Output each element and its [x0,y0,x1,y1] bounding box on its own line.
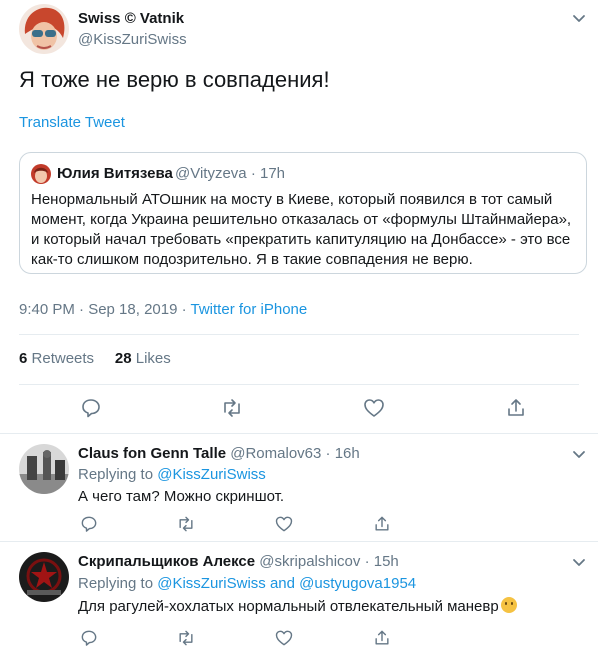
like-icon[interactable] [274,628,294,648]
display-name[interactable]: Claus fon Genn Talle [78,445,226,462]
replying-to-link[interactable]: @KissZuriSwiss [157,466,266,483]
share-icon[interactable] [372,628,392,648]
likes-stat[interactable]: 28 Likes [115,350,171,367]
retweets-label: Retweets [31,350,95,367]
display-name[interactable]: Скрипальщиков Алексе [78,553,255,570]
reply-time[interactable]: 16h [335,445,360,462]
user-handle[interactable]: @KissZuriSwiss [78,31,187,48]
retweets-count: 6 [19,350,28,367]
thinking-face-emoji-icon [500,597,517,613]
tweet-timestamp[interactable]: 9:40 PM · Sep 18, 2019 [19,301,177,318]
chevron-down-icon[interactable] [571,10,587,26]
chevron-down-icon[interactable] [571,554,587,570]
reply-time[interactable]: 15h [374,553,399,570]
share-icon[interactable] [372,514,392,534]
reply-text: Для рагулей-хохлатых нормальный отвлекат… [78,598,499,615]
replying-to: Replying to @KissZuriSwiss [78,466,266,483]
user-handle[interactable]: @skripalshicov [259,553,360,570]
like-icon[interactable] [274,514,294,534]
engagement-stats: 6 Retweets 28 Likes [19,350,171,367]
separator-dot: · [181,301,187,318]
likes-label: Likes [135,350,171,367]
replying-to-link[interactable]: @KissZuriSwiss [157,575,266,592]
separator-dot: · [364,553,370,570]
avatar[interactable] [19,4,69,54]
share-icon[interactable] [504,396,528,420]
retweet-icon[interactable] [176,628,196,648]
reply-text-row: Для рагулей-хохлатых нормальный отвлекат… [78,597,517,615]
reply-icon[interactable] [79,628,99,648]
avatar[interactable] [19,444,69,494]
quoted-tweet[interactable]: Юлия Витязева @Vityzeva · 17h Ненормальн… [19,152,587,274]
user-handle[interactable]: @Romalov63 [230,445,321,462]
quoted-time[interactable]: 17h [260,165,285,182]
tweet-meta: 9:40 PM · Sep 18, 2019 · Twitter for iPh… [19,301,307,318]
quoted-display-name[interactable]: Юлия Витязева [57,165,173,182]
tweet-source-link[interactable]: Twitter for iPhone [191,301,308,318]
chevron-down-icon[interactable] [571,446,587,462]
likes-count: 28 [114,350,132,367]
retweet-icon[interactable] [176,514,196,534]
reply-tweet[interactable]: Claus fon Genn Talle @Romalov63 · 16h Re… [0,434,598,541]
like-icon[interactable] [362,396,386,420]
replying-to-link[interactable]: @ustyugova1954 [299,575,416,592]
divider [19,384,579,385]
replying-to: Replying to @KissZuriSwiss and @ustyugov… [78,575,416,592]
translate-tweet-link[interactable]: Translate Tweet [19,114,125,131]
replying-label: Replying to [78,466,154,483]
reply-icon[interactable] [79,514,99,534]
reply-text: А чего там? Можно скриншот. [78,488,285,505]
quoted-text: Ненормальный АТОшник на мосту в Киеве, к… [31,191,572,268]
retweet-icon[interactable] [220,396,244,420]
quoted-meta: @Vityzeva · 17h [175,165,285,182]
divider [19,334,579,335]
quoted-avatar[interactable] [31,164,51,184]
separator-dot: · [250,165,256,182]
replying-and: and [269,575,295,592]
quoted-handle[interactable]: @Vityzeva [175,165,247,182]
separator-dot: · [325,445,331,462]
tweet-text: Я тоже не верю в совпадения! [19,67,330,92]
reply-icon[interactable] [79,396,103,420]
display-name[interactable]: Swiss © Vatnik [78,10,184,27]
reply-header: Claus fon Genn Talle @Romalov63 · 16h [78,445,360,462]
reply-tweet[interactable]: Скрипальщиков Алексе @skripalshicov · 15… [0,542,598,660]
avatar[interactable] [19,552,69,602]
retweets-stat[interactable]: 6 Retweets [19,350,94,367]
reply-header: Скрипальщиков Алексе @skripalshicov · 15… [78,553,399,570]
replying-label: Replying to [78,575,154,592]
main-tweet: Swiss © Vatnik @KissZuriSwiss Я тоже не … [0,0,598,435]
